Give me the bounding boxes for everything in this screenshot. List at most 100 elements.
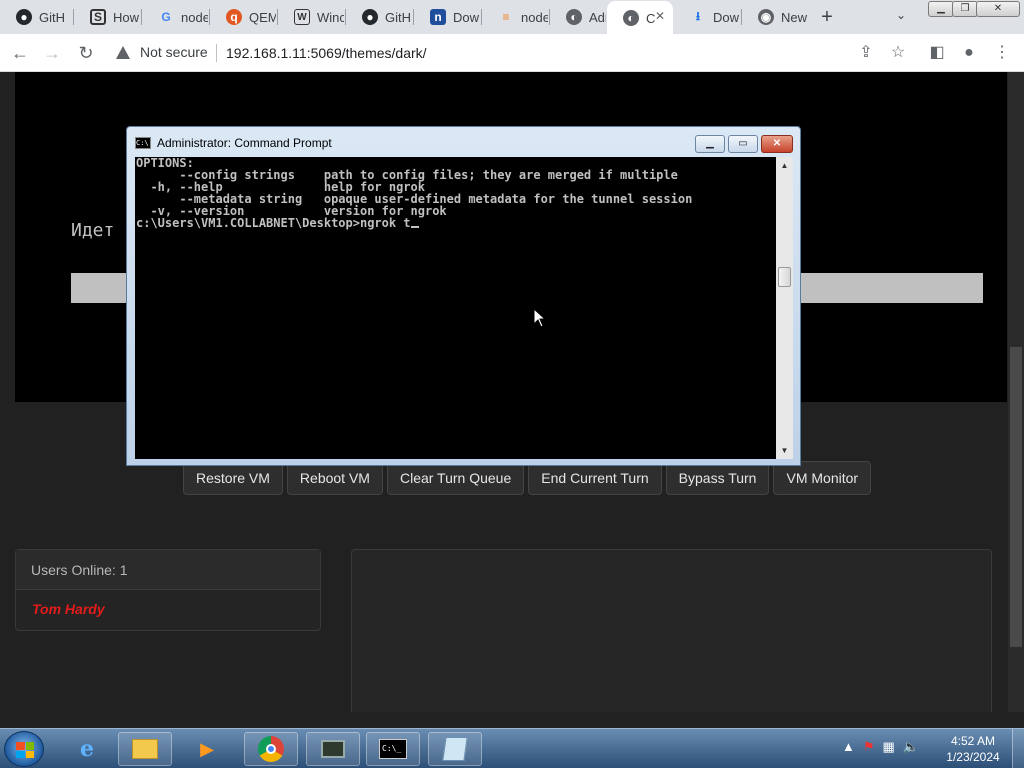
tab-label: New <box>781 9 808 25</box>
star-icon[interactable]: ☆ <box>886 41 910 65</box>
show-desktop-button[interactable] <box>1012 729 1024 768</box>
tab-label: Dow <box>453 9 480 25</box>
page-scrollbar[interactable] <box>1008 72 1024 712</box>
tab-label: How <box>113 9 140 25</box>
chrome-icon[interactable] <box>244 732 298 766</box>
cmd-icon[interactable]: C:\_ <box>366 732 420 766</box>
scroll-up-icon[interactable]: ▲ <box>776 157 793 174</box>
github-icon: ● <box>16 9 32 25</box>
tab-label: Winc <box>317 9 344 25</box>
vm-screen-text: Идет <box>71 220 115 241</box>
vm-monitor-button[interactable]: VM Monitor <box>773 461 872 495</box>
tab-label: GitH <box>385 9 411 25</box>
volume-icon[interactable]: 🔈 <box>903 739 919 755</box>
tab-wikipedia[interactable]: W Winc <box>278 2 344 32</box>
cmd-title-bar[interactable]: C:\ Administrator: Command Prompt <box>135 136 332 150</box>
cmd-scrollbar-thumb[interactable] <box>778 267 791 287</box>
profile-icon[interactable]: ● <box>957 41 981 65</box>
tab-how[interactable]: S How <box>74 2 140 32</box>
bypass-turn-button[interactable]: Bypass Turn <box>665 461 770 495</box>
action-center-icon[interactable]: ⚑ <box>863 739 875 755</box>
tab-strip: ● GitH S How G node q QEM W Winc ● GitH <box>0 0 1024 35</box>
explorer-icon[interactable] <box>118 732 172 766</box>
tab-search-icon[interactable]: ⌄ <box>896 8 906 22</box>
qemu-icon: q <box>226 9 242 25</box>
clock-time: 4:52 AM <box>950 734 996 748</box>
cmd-close-button[interactable]: ✕ <box>761 135 793 153</box>
cmd-minimize-button[interactable]: ▁ <box>695 135 725 153</box>
tab-downloads[interactable]: ⭳ Dow <box>674 2 740 32</box>
user-list-item[interactable]: Tom Hardy <box>16 590 320 628</box>
n-icon: n <box>430 9 446 25</box>
tab-stackoverflow-node[interactable]: ≡ node <box>482 2 548 32</box>
minimize-button[interactable]: ▁ <box>928 1 954 17</box>
tab-active[interactable]: ◐ C ✕ <box>607 1 673 35</box>
security-indicator[interactable]: Not secure <box>116 44 208 60</box>
tab-label: Adm <box>589 9 606 25</box>
tab-admin[interactable]: ◐ Adm <box>550 2 606 32</box>
warning-icon <box>116 45 130 59</box>
github-icon: ● <box>362 9 378 25</box>
tab-google-node[interactable]: G node <box>142 2 208 32</box>
tab-qemu[interactable]: q QEM <box>210 2 276 32</box>
page-scrollbar-thumb[interactable] <box>1010 347 1022 647</box>
show-hidden-icons-icon[interactable]: ▲ <box>842 739 855 755</box>
reboot-vm-button[interactable]: Reboot VM <box>286 461 383 495</box>
cmd-icon: C:\ <box>135 137 151 149</box>
google-icon: G <box>161 10 171 24</box>
cmd-scrollbar[interactable]: ▲ ▼ <box>776 157 793 459</box>
maximize-button[interactable]: ❐ <box>952 1 978 17</box>
network-icon[interactable]: ▦ <box>883 739 895 755</box>
tab-github-2[interactable]: ● GitH <box>346 2 412 32</box>
clear-turn-queue-button[interactable]: Clear Turn Queue <box>386 461 525 495</box>
tab-new-tab[interactable]: ◉ New <box>742 2 808 32</box>
new-tab-button[interactable]: + <box>817 6 837 28</box>
security-label: Not secure <box>140 44 208 60</box>
start-button[interactable] <box>4 731 44 767</box>
chrome-icon: ◉ <box>758 9 774 25</box>
download-icon: ⭳ <box>695 8 701 23</box>
chat-panel <box>351 549 992 712</box>
address-bar[interactable]: Not secure 192.168.1.11:5069/themes/dark… <box>108 38 918 68</box>
media-player-icon[interactable]: ▶ <box>180 732 234 766</box>
wikipedia-icon: W <box>294 9 310 25</box>
stackexchange-icon: S <box>90 9 106 25</box>
back-button[interactable]: ← <box>8 41 32 65</box>
browser-toolbar: ← → ↻ Not secure 192.168.1.11:5069/theme… <box>0 34 1024 72</box>
tab-download-n[interactable]: n Dow <box>414 2 480 32</box>
restore-vm-button[interactable]: Restore VM <box>183 461 283 495</box>
command-prompt-window[interactable]: C:\ Administrator: Command Prompt ▁ ▭ ✕ … <box>126 126 801 466</box>
globe-icon: ◐ <box>623 10 639 26</box>
tab-label: node <box>181 9 208 25</box>
ie-icon[interactable]: e <box>60 732 114 766</box>
clock-date: 1/23/2024 <box>946 750 1000 764</box>
menu-icon[interactable]: ⋮ <box>990 41 1014 65</box>
users-panel: Users Online: 1 Tom Hardy <box>15 549 321 631</box>
close-window-button[interactable]: ✕ <box>976 1 1020 17</box>
monitor-app-icon[interactable] <box>306 732 360 766</box>
tab-label: QEM <box>249 9 276 25</box>
tab-label: Dow <box>713 9 740 25</box>
cmd-maximize-button[interactable]: ▭ <box>728 135 758 153</box>
console-prompt-line: c:\Users\VM1.COLLABNET\Desktop>ngrok t <box>136 217 776 229</box>
share-icon[interactable]: ⇪ <box>854 41 878 65</box>
tab-label: GitH <box>39 9 65 25</box>
windows-logo-icon <box>16 742 34 758</box>
end-current-turn-button[interactable]: End Current Turn <box>528 461 662 495</box>
mouse-pointer-icon <box>533 308 547 328</box>
side-panel-icon[interactable]: ◧ <box>925 41 949 65</box>
reload-button[interactable]: ↻ <box>74 41 98 65</box>
notepad-icon[interactable] <box>428 732 482 766</box>
stackoverflow-icon: ≡ <box>502 10 510 24</box>
text-cursor <box>410 226 419 228</box>
screen: ● GitH S How G node q QEM W Winc ● GitH <box>0 0 1024 768</box>
tab-github-1[interactable]: ● GitH <box>0 2 72 32</box>
close-icon[interactable]: ✕ <box>655 9 665 23</box>
cmd-console[interactable]: OPTIONS: --config strings path to config… <box>135 157 776 459</box>
clock[interactable]: 4:52 AM 1/23/2024 <box>940 733 1006 765</box>
console-prompt: c:\Users\VM1.COLLABNET\Desktop>ngrok t <box>136 216 411 230</box>
url-text[interactable]: 192.168.1.11:5069/themes/dark/ <box>226 45 427 61</box>
scroll-down-icon[interactable]: ▼ <box>776 442 793 459</box>
cmd-title: Administrator: Command Prompt <box>157 136 332 150</box>
forward-button[interactable]: → <box>40 41 64 65</box>
